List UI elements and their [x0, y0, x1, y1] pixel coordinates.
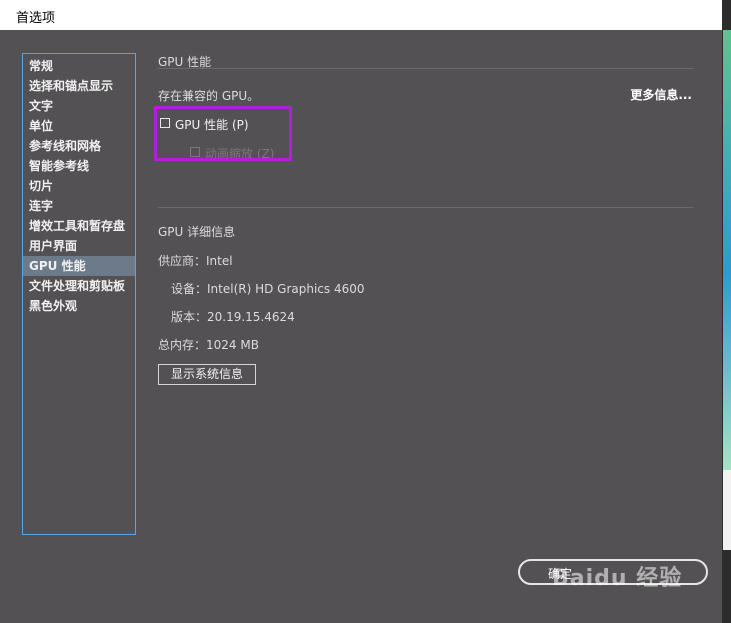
sidebar-item-gpu-performance[interactable]: GPU 性能	[23, 256, 135, 276]
more-info-link[interactable]: 更多信息...	[630, 86, 692, 103]
sidebar-item-guides-grid[interactable]: 参考线和网格	[23, 136, 135, 156]
sidebar-item-units[interactable]: 单位	[23, 116, 135, 136]
dialog-title: 首选项	[16, 11, 56, 26]
gpu-vendor: 供应商：Intel	[158, 254, 233, 268]
sidebar-item-file-handling-clipboard[interactable]: 文件处理和剪贴板	[23, 276, 135, 296]
sidebar-item-hyphenation[interactable]: 连字	[23, 196, 135, 216]
sidebar-item-type[interactable]: 文字	[23, 96, 135, 116]
sidebar-item-smart-guides[interactable]: 智能参考线	[23, 156, 135, 176]
gpu-total-memory: 总内存：1024 MB	[158, 338, 259, 352]
annotation-highlight-box	[154, 106, 292, 161]
sidebar-item-slices[interactable]: 切片	[23, 176, 135, 196]
show-system-info-button[interactable]: 显示系统信息	[158, 364, 256, 385]
baidu-watermark: Baidu 经验	[552, 566, 683, 591]
preferences-dialog: 首选项 常规 选择和锚点显示 文字 单位 参考线和网格 智能参考线 切片 连字 …	[0, 0, 722, 623]
compatible-gpu-text: 存在兼容的 GPU。	[158, 89, 260, 103]
background-desktop-strip	[723, 30, 731, 470]
sidebar-item-general[interactable]: 常规	[23, 56, 135, 76]
details-divider	[158, 207, 693, 208]
gpu-device: 设备：Intel(R) HD Graphics 4600	[171, 282, 365, 296]
title-bar: 首选项	[0, 0, 722, 30]
preferences-sidebar: 常规 选择和锚点显示 文字 单位 参考线和网格 智能参考线 切片 连字 增效工具…	[22, 53, 136, 535]
sidebar-item-appearance-of-black[interactable]: 黑色外观	[23, 296, 135, 316]
section-divider	[158, 68, 693, 69]
sidebar-item-selection-anchor-display[interactable]: 选择和锚点显示	[23, 76, 135, 96]
background-window-edge	[723, 470, 731, 550]
sidebar-item-user-interface[interactable]: 用户界面	[23, 236, 135, 256]
sidebar-item-plugins-scratch-disks[interactable]: 增效工具和暂存盘	[23, 216, 135, 236]
gpu-version: 版本：20.19.15.4624	[171, 310, 295, 324]
gpu-details-title: GPU 详细信息	[158, 225, 236, 239]
